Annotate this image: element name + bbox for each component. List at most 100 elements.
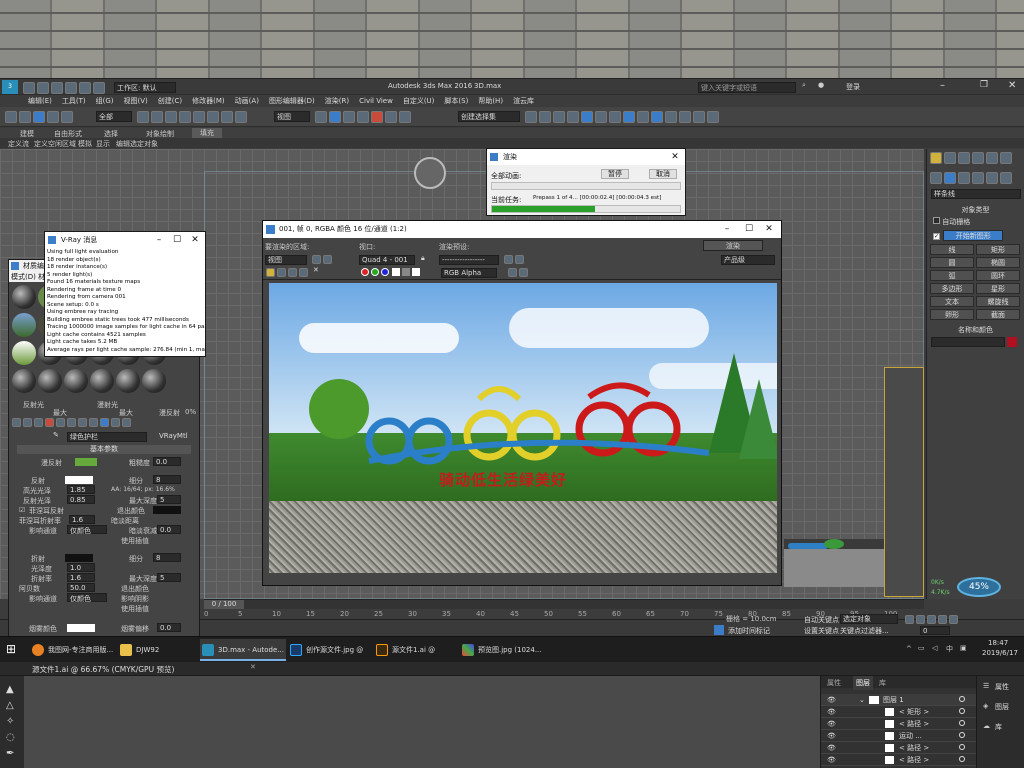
- sample-slot-22[interactable]: [90, 369, 114, 393]
- material-name-field[interactable]: 绿色护栏: [67, 432, 147, 442]
- utilities-tab-icon[interactable]: [1000, 152, 1012, 164]
- user-icon[interactable]: ●: [818, 81, 824, 89]
- tray-volume-icon[interactable]: ◁: [932, 644, 937, 652]
- display-icon[interactable]: [508, 268, 517, 277]
- workspace-select[interactable]: 工作区: 默认: [114, 82, 176, 93]
- key-filters-button[interactable]: 关键点过滤器...: [840, 626, 889, 636]
- render-button[interactable]: 渲染: [703, 240, 763, 251]
- shape-button[interactable]: 文本: [930, 296, 974, 307]
- print-icon[interactable]: [299, 268, 308, 277]
- menu-item[interactable]: 帮助(H): [478, 97, 503, 105]
- channel-select[interactable]: RGB Alpha: [441, 268, 497, 278]
- reflect-swatch[interactable]: [65, 476, 93, 484]
- motion-tab-icon[interactable]: [972, 152, 984, 164]
- show-end-icon[interactable]: [111, 418, 120, 427]
- tray-app-icon[interactable]: ▣: [960, 644, 967, 652]
- use-interp2-label[interactable]: 使用插值: [121, 604, 149, 614]
- go-parent-icon[interactable]: [122, 418, 131, 427]
- geometry-icon[interactable]: [930, 172, 942, 184]
- ai-properties-icon[interactable]: ☰: [983, 682, 989, 690]
- fresnel-ior-field[interactable]: 1.6: [69, 515, 95, 524]
- time-tag-icon[interactable]: [714, 625, 724, 635]
- diffuse-swatch[interactable]: [75, 458, 97, 466]
- put-library-icon[interactable]: [78, 418, 87, 427]
- curve-editor-icon[interactable]: [581, 111, 593, 123]
- ai-visibility-icon[interactable]: 👁︎: [827, 706, 836, 718]
- ai-canvas[interactable]: [24, 676, 820, 768]
- cameras-icon[interactable]: [972, 172, 984, 184]
- time-slider[interactable]: 0 / 100: [204, 599, 924, 609]
- ai-visibility-icon[interactable]: 👁︎: [827, 754, 836, 766]
- hilight-gloss-field[interactable]: 1.85: [67, 485, 95, 494]
- shape-button[interactable]: 截面: [976, 309, 1020, 320]
- ai-target-icon[interactable]: [959, 744, 965, 750]
- ai-doc-close[interactable]: ✕: [250, 663, 256, 671]
- ai-target-icon[interactable]: [959, 756, 965, 762]
- start-icon[interactable]: ⊞: [6, 642, 20, 656]
- reset-material-icon[interactable]: [45, 418, 54, 427]
- shapes-icon[interactable]: [944, 172, 956, 184]
- auto-region-icon[interactable]: [323, 255, 332, 264]
- auto-grid-checkbox[interactable]: [933, 217, 940, 224]
- pause-button[interactable]: 暂停: [601, 169, 629, 179]
- redo-tool-icon[interactable]: [19, 111, 31, 123]
- helpers-icon[interactable]: [986, 172, 998, 184]
- ai-sublayer-row[interactable]: 👁︎ < 路径 >: [821, 742, 976, 754]
- ai-target-icon[interactable]: [959, 696, 965, 702]
- abbe-field[interactable]: 50.0: [67, 583, 95, 592]
- window-crossing-icon[interactable]: [179, 111, 191, 123]
- fog-color-swatch[interactable]: [67, 624, 95, 632]
- speed-widget[interactable]: 45%: [957, 577, 1001, 597]
- named-selection-select[interactable]: 创建选择集: [458, 111, 520, 122]
- roughness-field[interactable]: 0.0: [153, 457, 181, 466]
- lock-icon[interactable]: 🔒︎: [421, 254, 425, 263]
- ai-sublayer-row[interactable]: 👁︎ 运动 ...: [821, 730, 976, 742]
- ai-select-tool-icon[interactable]: ▲: [6, 684, 14, 695]
- angle-snap-icon[interactable]: [357, 111, 369, 123]
- ai-tab-layers[interactable]: 图层: [853, 676, 873, 690]
- ribbon-define-idle[interactable]: 定义空闲区域: [34, 139, 76, 149]
- refract-swatch[interactable]: [65, 554, 93, 562]
- shape-button[interactable]: 星形: [976, 283, 1020, 294]
- save-icon[interactable]: [51, 82, 63, 94]
- mono-toggle[interactable]: [401, 268, 410, 276]
- product-select[interactable]: 产品级: [721, 255, 775, 265]
- redo-icon[interactable]: [79, 82, 91, 94]
- menu-item[interactable]: 渲染(R): [325, 97, 349, 105]
- minimize-button[interactable]: –: [940, 80, 945, 91]
- current-frame-field[interactable]: 0: [920, 626, 950, 635]
- play-icon[interactable]: [927, 615, 936, 624]
- max-depth-field[interactable]: 5: [157, 495, 181, 504]
- ai-sublayer-row[interactable]: 👁︎ < 路径 >: [821, 718, 976, 730]
- sample-slot-1[interactable]: [12, 285, 36, 309]
- menu-item[interactable]: 渲云库: [513, 97, 534, 105]
- create-tab-icon[interactable]: [930, 152, 942, 164]
- frame-minimize-button[interactable]: –: [717, 221, 737, 237]
- percent-snap-icon[interactable]: [371, 111, 383, 123]
- ai-pen-tool-icon[interactable]: ✒: [6, 748, 14, 759]
- ai-visibility-icon[interactable]: 👁︎: [827, 742, 836, 754]
- start-new-shape-checkbox[interactable]: ✓: [933, 233, 940, 240]
- rotate-icon[interactable]: [207, 111, 219, 123]
- assign-material-icon[interactable]: [34, 418, 43, 427]
- sample-slot-19[interactable]: [12, 369, 36, 393]
- material-type-button[interactable]: VRayMtl: [159, 432, 188, 440]
- bind-icon[interactable]: [61, 111, 73, 123]
- select-icon[interactable]: [137, 111, 149, 123]
- restore-button[interactable]: ❐: [980, 80, 988, 90]
- menu-item[interactable]: 编辑(E): [28, 97, 52, 105]
- ai-expand-icon[interactable]: ⌄: [859, 694, 865, 706]
- sample-slot-20[interactable]: [38, 369, 62, 393]
- task-photoshop[interactable]: 创作源文件.jpg @ ...: [288, 639, 372, 676]
- keyboard-shortcut-icon[interactable]: [329, 111, 341, 123]
- goto-start-icon[interactable]: [905, 615, 914, 624]
- sample-slot-23[interactable]: [116, 369, 140, 393]
- move-icon[interactable]: [193, 111, 205, 123]
- unlink-icon[interactable]: [47, 111, 59, 123]
- red-channel-toggle[interactable]: [361, 268, 369, 276]
- menu-item[interactable]: 视图(V): [124, 97, 148, 105]
- vray-log-maximize[interactable]: ☐: [167, 232, 187, 248]
- mirror-icon[interactable]: [525, 111, 537, 123]
- auto-key-button[interactable]: 自动关键点: [804, 615, 839, 625]
- key-mode-select[interactable]: 选定对象: [840, 614, 898, 624]
